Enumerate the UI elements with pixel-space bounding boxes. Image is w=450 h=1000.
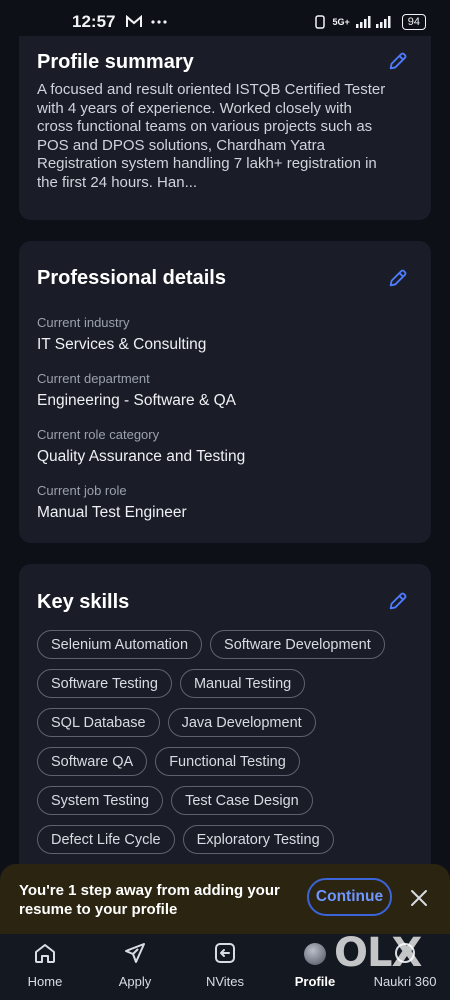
current-job-role-value: Manual Test Engineer <box>37 504 187 521</box>
olx-watermark: OLX <box>334 930 422 976</box>
skill-chip: System Testing <box>37 786 164 815</box>
professional-details-title: Professional details <box>37 267 226 289</box>
nav-nvites[interactable]: NVites <box>180 934 270 1000</box>
skill-chip: Java Development <box>167 708 316 737</box>
current-department-value: Engineering - Software & QA <box>37 392 237 409</box>
skill-chip: Defect Life Cycle <box>37 825 175 854</box>
profile-summary-title: Profile summary <box>37 51 194 73</box>
signal-icon <box>355 16 391 28</box>
current-job-role-label: Current job role <box>37 483 127 498</box>
skill-chip: Test Case Design <box>171 786 313 815</box>
professional-details-card: Professional details Current industry IT… <box>19 241 431 543</box>
network-label: 5G+ <box>332 17 350 27</box>
more-dots-icon <box>151 20 168 24</box>
close-icon[interactable] <box>408 887 430 909</box>
current-role-category-label: Current role category <box>37 427 160 442</box>
skill-chip: SQL Database <box>37 708 160 737</box>
avatar-icon <box>304 943 326 965</box>
nav-profile-label: Profile <box>294 974 336 989</box>
skill-chip: Software Testing <box>37 669 172 698</box>
skill-chip: Selenium Automation <box>37 630 203 659</box>
nav-nvites-label: NVites <box>205 974 245 989</box>
edit-key-skills-icon[interactable] <box>387 590 409 612</box>
edit-profile-summary-icon[interactable] <box>387 50 409 72</box>
resume-upload-banner: You're 1 step away from adding your resu… <box>0 864 450 934</box>
battery-indicator: 94 <box>401 14 426 30</box>
home-icon <box>35 944 55 963</box>
nav-home[interactable]: Home <box>0 934 90 1000</box>
nav-apply[interactable]: Apply <box>90 934 180 1000</box>
nav-apply-label: Apply <box>118 974 152 989</box>
nav-naukri-360-label: Naukri 360 <box>373 974 437 989</box>
status-time: 12:57 <box>72 12 116 31</box>
nav-home-label: Home <box>27 974 63 989</box>
skill-chip: Manual Testing <box>179 669 306 698</box>
vibrate-icon <box>315 15 326 29</box>
nvites-icon <box>215 943 235 963</box>
banner-message: You're 1 step away from adding your resu… <box>19 882 280 918</box>
mail-icon <box>126 15 143 27</box>
skills-list: Selenium Automation Software Development… <box>37 630 421 854</box>
skill-chip: Software QA <box>37 747 148 776</box>
skill-chip: Software Development <box>210 630 385 659</box>
current-department-label: Current department <box>37 371 150 386</box>
current-industry-label: Current industry <box>37 315 130 330</box>
profile-summary-card: Profile summary A focused and result ori… <box>19 36 431 220</box>
key-skills-title: Key skills <box>37 591 130 613</box>
skill-chip: Exploratory Testing <box>182 825 334 854</box>
continue-button[interactable]: Continue <box>307 878 392 916</box>
key-skills-card: Key skills Selenium Automation Software … <box>19 564 431 894</box>
profile-summary-text: A focused and result oriented ISTQB Cert… <box>37 81 386 191</box>
send-icon <box>125 943 145 963</box>
current-industry-value: IT Services & Consulting <box>37 336 207 353</box>
skill-chip: Functional Testing <box>155 747 300 776</box>
edit-professional-details-icon[interactable] <box>387 267 409 289</box>
current-role-category-value: Quality Assurance and Testing <box>37 448 246 465</box>
